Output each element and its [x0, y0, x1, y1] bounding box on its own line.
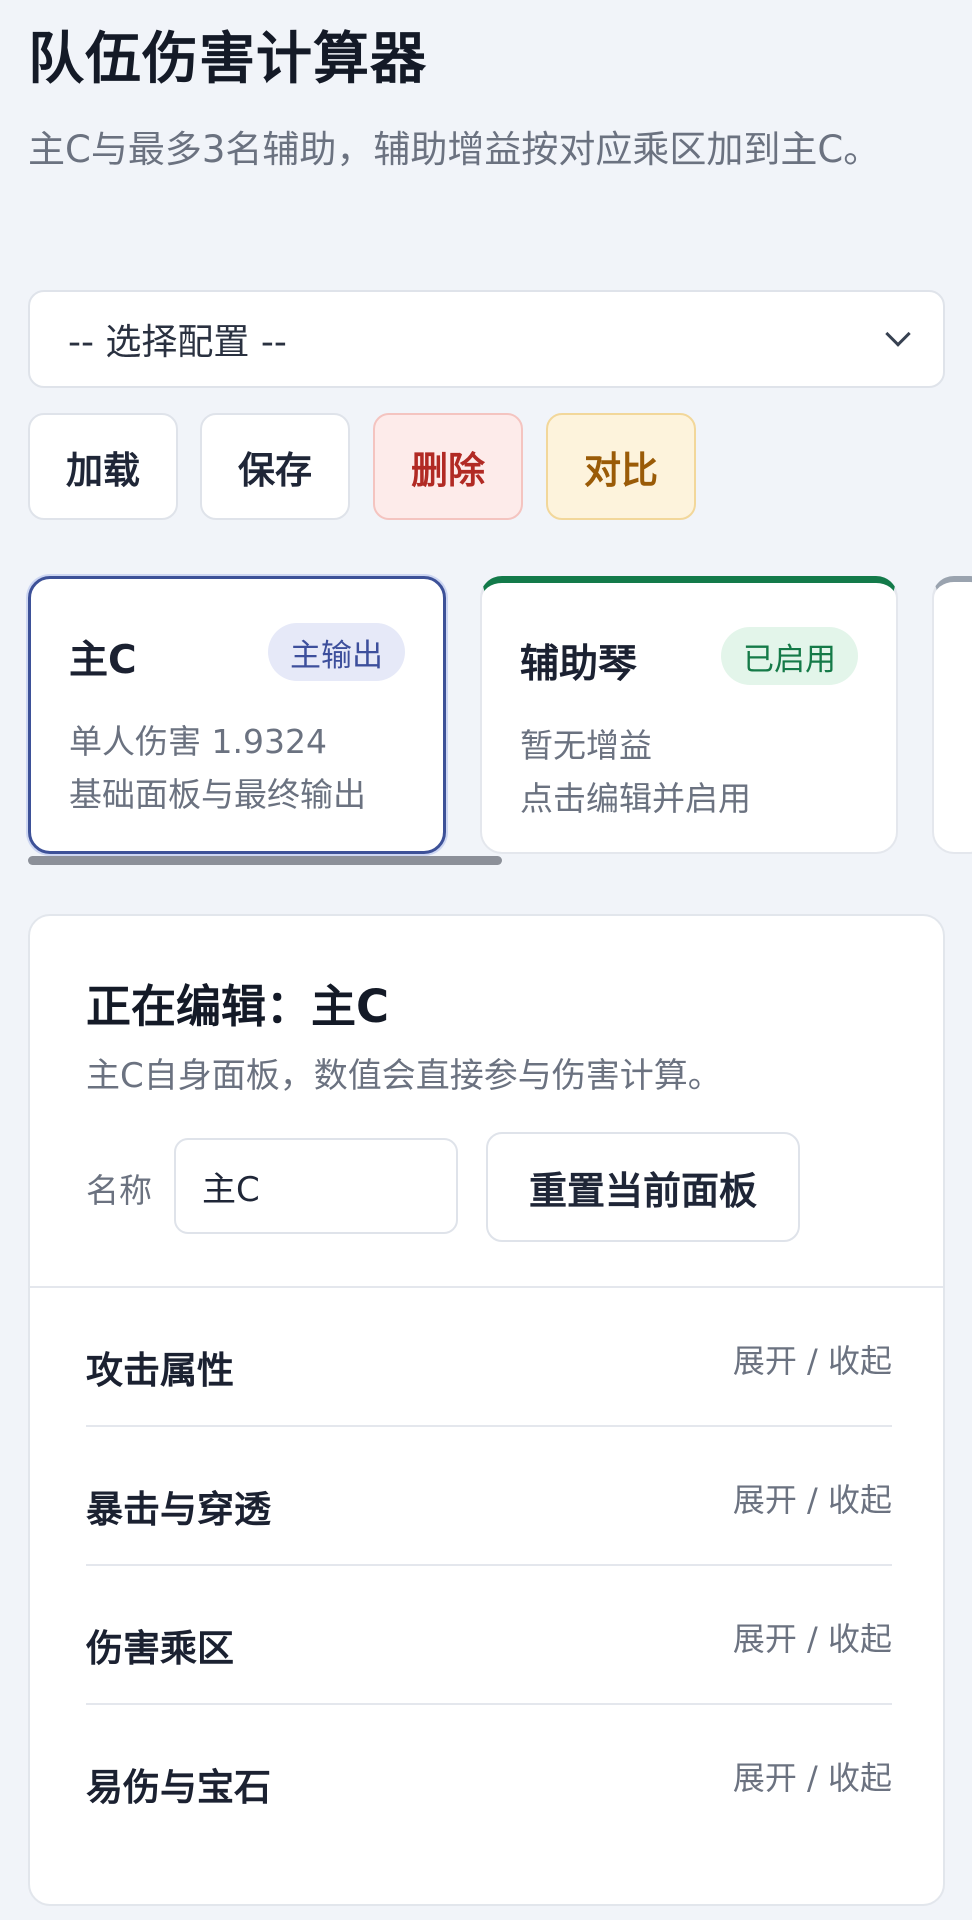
- compare-button[interactable]: 对比: [546, 413, 696, 520]
- status-badge: 已启用: [721, 627, 858, 685]
- load-button[interactable]: 加载: [28, 413, 178, 520]
- editor-description: 主C自身面板，数值会直接参与伤害计算。: [86, 1056, 722, 1096]
- chevron-down-icon: [885, 321, 911, 347]
- section-vulnerability-gems[interactable]: 易伤与宝石 展开 / 收起: [86, 1705, 892, 1844]
- save-button[interactable]: 保存: [200, 413, 350, 520]
- expand-collapse-toggle[interactable]: 展开 / 收起: [733, 1475, 892, 1521]
- character-card-next[interactable]: [932, 576, 972, 854]
- expand-collapse-toggle[interactable]: 展开 / 收起: [733, 1753, 892, 1799]
- app-page: 队伍伤害计算器 主C与最多3名辅助，辅助增益按对应乘区加到主C。 -- 选择配置…: [0, 0, 972, 1920]
- card-subtitle: 点击编辑并启用: [520, 779, 751, 818]
- section-crit-penetration[interactable]: 暴击与穿透 展开 / 收起: [86, 1427, 892, 1566]
- card-summary: 单人伤害 1.9324: [69, 722, 327, 761]
- section-title: 攻击属性: [86, 1349, 234, 1392]
- cards-scrollbar[interactable]: [28, 856, 502, 865]
- name-label: 名称: [86, 1171, 152, 1210]
- card-name: 辅助琴: [520, 642, 638, 687]
- config-select[interactable]: -- 选择配置 --: [28, 290, 945, 388]
- delete-button[interactable]: 删除: [373, 413, 523, 520]
- editor-panel: 正在编辑：主C 主C自身面板，数值会直接参与伤害计算。 名称 重置当前面板 攻击…: [28, 914, 945, 1906]
- config-select-value: -- 选择配置 --: [68, 322, 287, 363]
- character-card-support[interactable]: 辅助琴 已启用 暂无增益 点击编辑并启用: [480, 576, 898, 854]
- section-title: 伤害乘区: [86, 1627, 234, 1670]
- section-title: 易伤与宝石: [86, 1766, 271, 1809]
- expand-collapse-toggle[interactable]: 展开 / 收起: [733, 1614, 892, 1660]
- page-title: 队伍伤害计算器: [28, 27, 427, 92]
- card-name: 主C: [69, 638, 137, 683]
- reset-panel-button[interactable]: 重置当前面板: [486, 1132, 800, 1242]
- section-damage-multiplier[interactable]: 伤害乘区 展开 / 收起: [86, 1566, 892, 1705]
- card-summary: 暂无增益: [520, 726, 652, 765]
- section-attack-attributes[interactable]: 攻击属性 展开 / 收起: [86, 1288, 892, 1427]
- page-description: 主C与最多3名辅助，辅助增益按对应乘区加到主C。: [28, 128, 881, 171]
- name-input[interactable]: [174, 1138, 458, 1234]
- section-title: 暴击与穿透: [86, 1488, 271, 1531]
- role-badge: 主输出: [268, 623, 405, 681]
- character-card-main-c[interactable]: 主C 主输出 单人伤害 1.9324 基础面板与最终输出: [28, 576, 446, 854]
- expand-collapse-toggle[interactable]: 展开 / 收起: [733, 1336, 892, 1382]
- card-subtitle: 基础面板与最终输出: [69, 775, 366, 814]
- editor-title: 正在编辑：主C: [86, 980, 390, 1033]
